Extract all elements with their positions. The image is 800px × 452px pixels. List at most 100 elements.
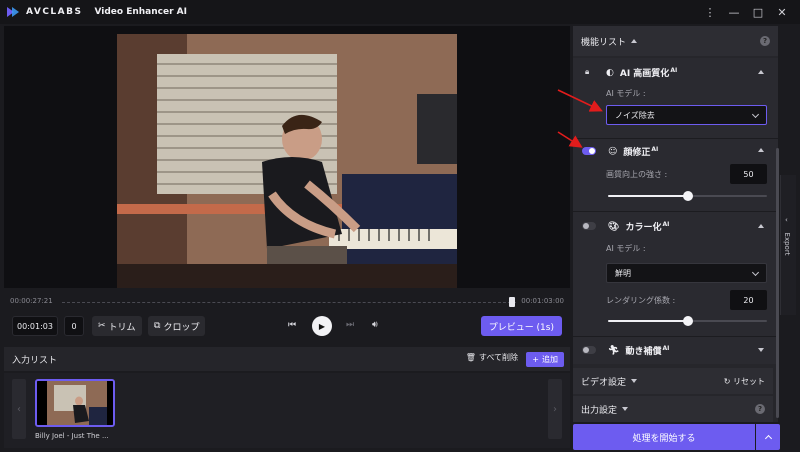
more-menu-icon[interactable]: ⋮ [698,6,722,19]
feature-panel-scrollbar[interactable] [776,148,779,418]
divider [573,336,778,337]
trash-icon: 🗑︎ [465,353,476,362]
output-help-icon[interactable]: ? [755,404,765,414]
app-title: Video Enhancer AI [94,7,187,17]
running-icon: 🏃︎ [608,345,620,356]
player-controls: 00:01:03 0 ✂ トリム ⧉ クロップ ⏮ ▶ ⏭ 🔊︎ プレビュー (… [4,316,570,338]
face-strength-knob[interactable] [682,191,693,201]
timeline-end-time: 00:01:03:00 [521,297,564,305]
feature-panel: 機能リスト ? 🔒︎ ◐ AI 高画質化AI AI モデル : ノイズ除去 ☺ … [573,26,778,422]
palette-icon: 🎨︎ [608,221,620,232]
start-options-button[interactable] [756,424,780,450]
volume-icon[interactable]: 🔊︎ [372,320,378,330]
feature-list-title: 機能リスト [581,37,627,48]
maximize-icon[interactable]: □ [746,6,770,19]
input-list-title: 入力リスト [12,355,58,366]
crop-icon: ⧉ [154,321,161,331]
video-frame [117,34,457,288]
face-label: 顔修正 [623,148,651,158]
preview-button[interactable]: プレビュー (1s) [480,316,562,336]
ai-upscale-title[interactable]: ◐ AI 高画質化AI [606,66,677,79]
video-settings-row[interactable]: ビデオ設定 ↻ リセット [573,368,773,394]
motion-expand-icon[interactable] [758,348,764,352]
feature-list-caret-icon [631,39,638,43]
input-item-name: Billy Joel - Just The ... [35,432,109,440]
ai-upscale-model-value: ノイズ除去 [615,110,655,120]
colorize-title[interactable]: 🎨︎ カラー化AI [608,220,669,233]
ai-upscale-model-select[interactable]: ノイズ除去 [606,105,767,125]
ai-badge: AI [651,146,659,153]
colorize-label: カラー化 [625,223,662,233]
add-label: 追加 [542,355,558,364]
face-toggle[interactable] [582,147,596,155]
render-factor-label: レンダリング係数 : [606,296,676,305]
list-scroll-left-icon[interactable]: ‹ [12,379,26,439]
chevron-down-icon [751,268,760,277]
render-factor-value[interactable]: 20 [730,290,767,310]
delete-all-label: すべて削除 [478,353,518,362]
crop-button[interactable]: ⧉ クロップ [148,316,206,336]
input-list: ‹ Billy Joel - Just The ... › [4,373,570,448]
divider [573,138,778,139]
face-strength-label: 画質向上の強さ : [606,170,668,179]
crop-label: クロップ [163,322,200,333]
scissors-icon: ✂ [98,321,106,331]
video-preview-area [4,26,570,288]
delete-all-button[interactable]: 🗑︎ すべて削除 [466,352,518,363]
list-scroll-right-icon[interactable]: › [548,379,562,439]
output-settings-title: 出力設定 [581,403,629,416]
caret-down-icon [631,379,638,383]
trim-button[interactable]: ✂ トリム [92,316,142,336]
motion-title[interactable]: 🏃︎ 動き補償AI [608,344,669,357]
plus-icon: + [532,355,539,364]
ai-upscale-model-label: AI モデル : [606,89,646,98]
brand-name: AVCLABS [26,7,83,17]
colorize-collapse-icon[interactable] [758,224,764,228]
reset-button[interactable]: ↻ リセット [724,376,765,387]
title-bar: AVCLABS Video Enhancer AI ⋮ — □ ✕ [0,0,800,24]
minimize-icon[interactable]: — [722,6,746,19]
chevron-down-icon [751,110,760,119]
timeline[interactable]: 00:00:27:21 00:01:03:00 [4,294,570,310]
timeline-track[interactable] [62,302,516,303]
skip-forward-icon[interactable]: ⏭ [346,320,354,330]
input-thumbnail[interactable] [35,379,115,427]
feature-list-body: 🔒︎ ◐ AI 高画質化AI AI モデル : ノイズ除去 ☺ 顔修正AI 画質… [573,58,778,364]
add-button[interactable]: + 追加 [526,352,564,367]
current-time-field[interactable]: 00:01:03 [12,316,58,336]
face-icon: ☺ [608,146,618,157]
chevron-left-icon: ‹ [785,216,788,224]
feature-list-header[interactable]: 機能リスト ? [573,26,778,56]
face-collapse-icon[interactable] [758,148,764,152]
face-strength-slider[interactable] [608,191,767,201]
help-icon[interactable]: ? [760,36,770,46]
skip-back-icon[interactable]: ⏮ [288,320,296,330]
input-thumbnail-image [37,381,113,425]
divider [573,211,778,212]
timeline-playhead[interactable] [509,297,515,307]
play-button[interactable]: ▶ [312,316,332,336]
ai-upscale-collapse-icon[interactable] [758,70,764,74]
render-factor-slider[interactable] [608,316,767,326]
trim-label: トリム [108,322,136,333]
motion-toggle[interactable] [582,346,596,354]
caret-down-icon [622,407,629,411]
colorize-model-select[interactable]: 鮮明 [606,263,767,283]
ai-upscale-label: AI 高画質化 [619,69,670,79]
start-processing-button[interactable]: 処理を開始する [573,424,755,450]
video-settings-title: ビデオ設定 [581,375,638,388]
face-strength-value[interactable]: 50 [730,164,767,184]
render-factor-knob[interactable] [682,316,693,326]
frame-field[interactable]: 0 [64,316,84,336]
close-icon[interactable]: ✕ [770,6,794,19]
output-settings-row[interactable]: 出力設定 ? [573,396,773,422]
window-controls: ⋮ — □ ✕ [698,0,794,24]
colorize-toggle[interactable] [582,222,596,230]
colorize-model-value: 鮮明 [615,268,631,278]
reset-icon: ↻ [723,376,731,386]
face-strength-fill [608,195,688,197]
play-icon: ▶ [318,321,326,331]
chevron-up-icon [764,434,772,443]
ai-badge: AI [670,67,678,74]
face-title[interactable]: ☺ 顔修正AI [608,145,658,158]
